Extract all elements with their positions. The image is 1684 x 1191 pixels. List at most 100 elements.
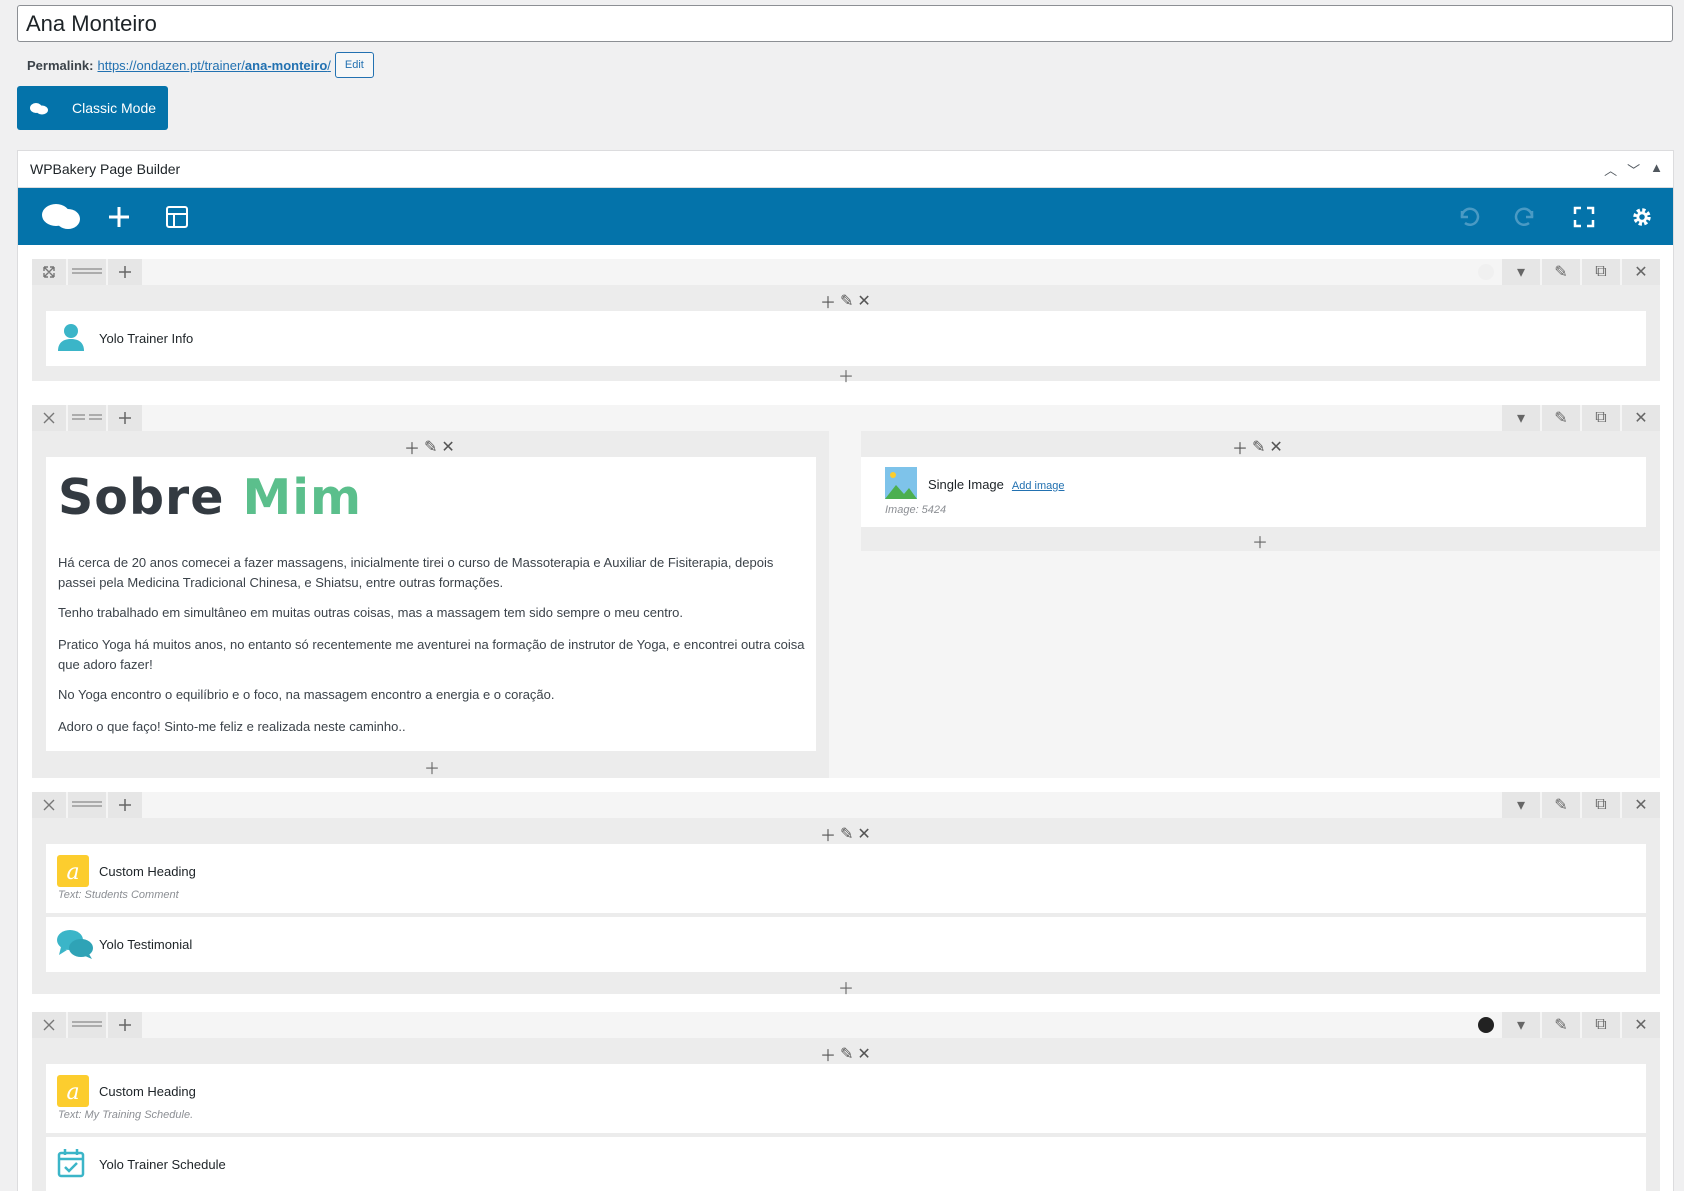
- column-append-icon[interactable]: ＋: [1252, 529, 1268, 553]
- templates-icon[interactable]: [148, 188, 206, 245]
- row-clone-icon[interactable]: ⧉: [1582, 792, 1620, 818]
- permalink-bar: Permalink: https://ondazen.pt/trainer/an…: [27, 52, 374, 78]
- element-yolo-trainer-schedule[interactable]: Yolo Trainer Schedule: [46, 1137, 1646, 1191]
- row-delete-icon[interactable]: ✕: [1622, 1012, 1660, 1038]
- column-delete-icon[interactable]: ✕: [857, 824, 870, 844]
- row-add-column-icon[interactable]: [108, 1012, 142, 1038]
- row-toggle-icon[interactable]: ▾: [1502, 405, 1540, 431]
- classic-mode-button[interactable]: Classic Mode: [17, 86, 168, 130]
- row-add-column-icon[interactable]: [108, 259, 142, 285]
- element-text-block[interactable]: Sobre Mim Há cerca de 20 anos comecei a …: [46, 457, 816, 751]
- redo-icon[interactable]: [1497, 188, 1555, 245]
- column-left: ＋ ✎ ✕ Sobre Mim Há cerca de 20 anos come…: [32, 431, 829, 778]
- paragraph: Tenho trabalhado em simultâneo em muitas…: [58, 605, 684, 620]
- builder-toolbar: [18, 188, 1673, 245]
- column-delete-icon[interactable]: ✕: [857, 1044, 870, 1064]
- row: ▾ ✎ ⧉ ✕ ＋ ✎ ✕ Sobre Mim Há cerca de 20 a…: [32, 405, 1660, 778]
- row-edit-pencil-icon[interactable]: ✎: [1542, 792, 1580, 818]
- row-color-dot: [1478, 264, 1494, 280]
- column-add-icon[interactable]: ＋: [820, 289, 836, 313]
- column: ＋ ✎ ✕ a Custom Heading Text: My Training…: [32, 1038, 1660, 1191]
- letter-a-icon: a: [57, 1075, 89, 1112]
- chevron-down-icon[interactable]: ﹀: [1627, 160, 1640, 179]
- element-yolo-trainer-info[interactable]: Yolo Trainer Info: [46, 311, 1646, 366]
- permalink-edit-button[interactable]: Edit: [334, 52, 374, 78]
- chevron-up-icon[interactable]: ︿: [1604, 160, 1617, 179]
- element-custom-heading[interactable]: a Custom Heading Text: My Training Sched…: [46, 1064, 1646, 1133]
- undo-icon[interactable]: [1439, 188, 1497, 245]
- row-edit-pencil-icon[interactable]: ✎: [1542, 259, 1580, 285]
- row-layout-icon[interactable]: [68, 259, 106, 285]
- element-subtitle: Text: Students Comment: [58, 889, 179, 901]
- column-right: ＋ ✎ ✕ Single Image Add image Image: 5424 …: [861, 431, 1660, 553]
- row-toggle-icon[interactable]: ▾: [1502, 792, 1540, 818]
- add-element-icon[interactable]: [90, 188, 148, 245]
- column-add-icon[interactable]: ＋: [404, 435, 420, 459]
- row-toggle-icon[interactable]: ▾: [1502, 259, 1540, 285]
- permalink-link[interactable]: https://ondazen.pt/trainer/ana-monteiro/: [97, 58, 330, 73]
- panel-title: WPBakery Page Builder: [30, 161, 181, 177]
- column-add-icon[interactable]: ＋: [820, 1042, 836, 1066]
- classic-mode-label: Classic Mode: [72, 100, 157, 116]
- column-delete-icon[interactable]: ✕: [857, 291, 870, 311]
- collapse-triangle-icon[interactable]: ▲: [1650, 160, 1663, 179]
- column-edit-pencil-icon[interactable]: ✎: [840, 824, 853, 844]
- row-clone-icon[interactable]: ⧉: [1582, 259, 1620, 285]
- post-title-input[interactable]: [17, 5, 1673, 42]
- column: ＋ ✎ ✕ a Custom Heading Text: Students Co…: [32, 818, 1660, 998]
- row: ▾ ✎ ⧉ ✕ ＋ ✎ ✕ Yolo Trainer Info ＋: [32, 259, 1660, 386]
- column-edit-pencil-icon[interactable]: ✎: [840, 1044, 853, 1064]
- row-clone-icon[interactable]: ⧉: [1582, 1012, 1620, 1038]
- column-edit-pencil-icon[interactable]: ✎: [1252, 437, 1265, 457]
- paragraph: Há cerca de 20 anos comecei a fazer mass…: [58, 555, 774, 590]
- column-add-icon[interactable]: ＋: [1232, 435, 1248, 459]
- vc-logo-icon[interactable]: [32, 188, 90, 245]
- element-single-image[interactable]: Single Image Add image Image: 5424: [861, 457, 1646, 527]
- row-move-icon[interactable]: [32, 259, 66, 285]
- column-edit-pencil-icon[interactable]: ✎: [840, 291, 853, 311]
- row-edit-pencil-icon[interactable]: ✎: [1542, 1012, 1580, 1038]
- row-add-column-icon[interactable]: [108, 792, 142, 818]
- column-add-icon[interactable]: ＋: [820, 822, 836, 846]
- fullscreen-icon[interactable]: [1555, 188, 1613, 245]
- element-title: Yolo Trainer Info: [99, 331, 194, 346]
- column-append-icon[interactable]: ＋: [838, 363, 854, 387]
- cloud-icon: [30, 102, 50, 115]
- row-layout-icon[interactable]: [68, 405, 106, 431]
- row-move-icon[interactable]: [32, 792, 66, 818]
- row-delete-icon[interactable]: ✕: [1622, 405, 1660, 431]
- element-custom-heading[interactable]: a Custom Heading Text: Students Comment: [46, 844, 1646, 913]
- builder-canvas: ▾ ✎ ⧉ ✕ ＋ ✎ ✕ Yolo Trainer Info ＋ ▾ ✎ ⧉ …: [18, 245, 1673, 1191]
- row-move-icon[interactable]: [32, 1012, 66, 1038]
- svg-text:a: a: [66, 860, 79, 885]
- column-delete-icon[interactable]: ✕: [1269, 437, 1282, 457]
- element-title: Yolo Trainer Schedule: [99, 1157, 226, 1172]
- row: ▾ ✎ ⧉ ✕ ＋ ✎ ✕ a Custom Heading Text: Stu…: [32, 792, 1660, 998]
- wpbakery-panel: WPBakery Page Builder ︿ ﹀ ▲ ▾ ✎ ⧉ ✕ ＋ ✎ …: [17, 150, 1674, 1191]
- row-move-icon[interactable]: [32, 405, 66, 431]
- column-append-icon[interactable]: ＋: [838, 975, 854, 999]
- letter-a-icon: a: [57, 855, 89, 892]
- row-layout-icon[interactable]: [68, 792, 106, 818]
- row-add-column-icon[interactable]: [108, 405, 142, 431]
- element-yolo-testimonial[interactable]: Yolo Testimonial: [46, 917, 1646, 972]
- row-clone-icon[interactable]: ⧉: [1582, 405, 1620, 431]
- calendar-check-icon: [57, 1148, 85, 1183]
- row-delete-icon[interactable]: ✕: [1622, 259, 1660, 285]
- element-title: Yolo Testimonial: [99, 937, 193, 952]
- chat-bubbles-icon: [57, 929, 93, 964]
- row-color-dot: [1478, 1017, 1494, 1033]
- row-edit-pencil-icon[interactable]: ✎: [1542, 405, 1580, 431]
- column-delete-icon[interactable]: ✕: [441, 437, 454, 457]
- column-append-icon[interactable]: ＋: [424, 755, 440, 779]
- sobre-mim-heading: Sobre Mim: [58, 469, 363, 526]
- add-image-link[interactable]: Add image: [1012, 480, 1065, 492]
- element-title: Custom Heading: [99, 1084, 196, 1099]
- row-delete-icon[interactable]: ✕: [1622, 792, 1660, 818]
- permalink-label: Permalink:: [27, 57, 94, 73]
- element-title: Single Image Add image: [928, 477, 1065, 492]
- column-edit-pencil-icon[interactable]: ✎: [424, 437, 437, 457]
- settings-gear-icon[interactable]: [1613, 188, 1671, 245]
- row-layout-icon[interactable]: [68, 1012, 106, 1038]
- row-toggle-icon[interactable]: ▾: [1502, 1012, 1540, 1038]
